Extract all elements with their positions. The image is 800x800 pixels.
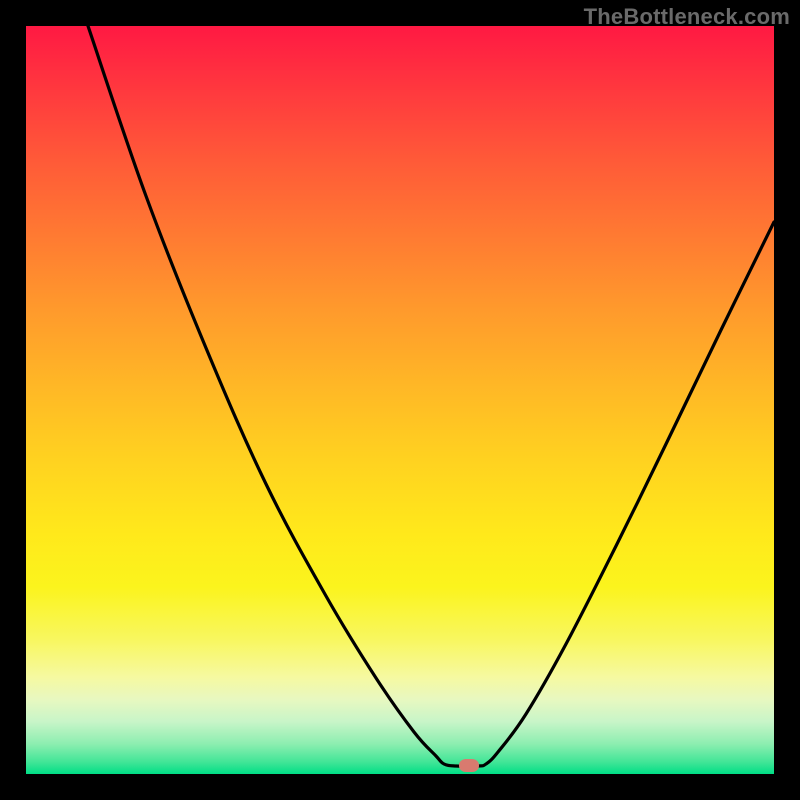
plot-area [26,26,774,774]
optimal-point-marker [459,759,479,772]
chart-frame: TheBottleneck.com [0,0,800,800]
bottleneck-curve [26,26,774,774]
